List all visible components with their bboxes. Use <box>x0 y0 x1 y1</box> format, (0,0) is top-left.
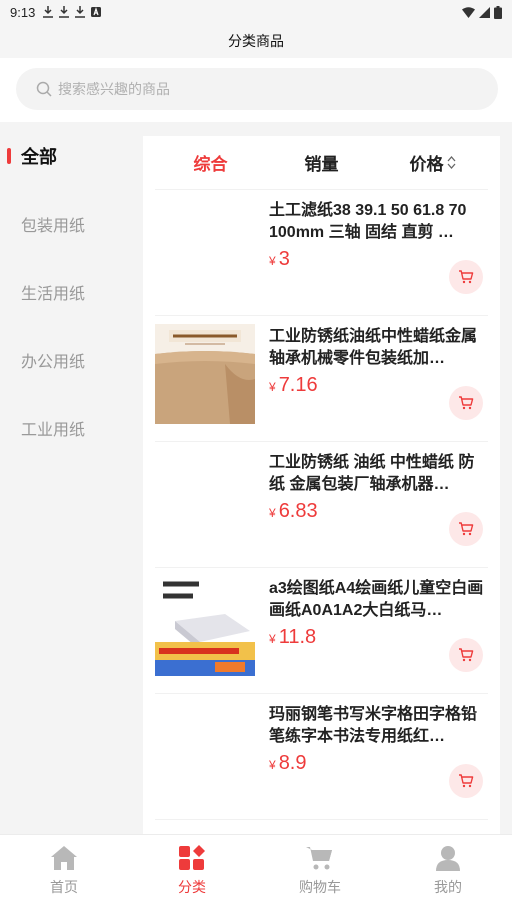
price-value: 6.83 <box>278 500 318 522</box>
sort-tab-price[interactable]: 价格 <box>377 150 488 175</box>
add-to-cart-button[interactable] <box>449 260 483 294</box>
cart-icon <box>459 270 474 284</box>
cart-icon <box>459 774 474 788</box>
list-item[interactable]: 玛丽钢笔书写米字格田字格铅笔练字本书法专用纸红… ¥ 8.9 <box>155 694 488 820</box>
product-image <box>155 198 255 298</box>
add-to-cart-button[interactable] <box>449 386 483 420</box>
product-title: 土工滤纸38 39.1 50 61.8 70 100mm 三轴 固结 直剪 … <box>269 202 467 241</box>
add-to-cart-button[interactable] <box>449 512 483 546</box>
currency-symbol: ¥ <box>269 758 276 772</box>
price-value: 3 <box>278 248 290 270</box>
sort-arrows-icon <box>447 156 455 169</box>
product-price: ¥ 8.9 <box>269 752 307 775</box>
nav-item-home[interactable]: 首页 <box>0 835 128 909</box>
price-value: 11.8 <box>278 626 317 648</box>
sort-tab-label: 价格 <box>409 155 444 174</box>
battery-icon <box>494 5 502 19</box>
status-bar: 9:13 <box>0 0 512 24</box>
currency-symbol: ¥ <box>269 506 276 520</box>
product-panel: 综合 销量 价格 土工滤纸38 39.1 50 61.8 70 100mm 三轴… <box>143 136 500 834</box>
page-title-bar: 分类商品 <box>0 24 512 58</box>
nav-item-category[interactable]: 分类 <box>128 835 256 909</box>
cart-icon <box>459 522 474 536</box>
cart-icon <box>459 648 474 662</box>
category-icon <box>179 845 205 870</box>
sidebar-item-office-paper[interactable]: 办公用纸 <box>0 326 129 394</box>
product-title: 工业防锈纸油纸中性蜡纸金属轴承机械零件包装纸加… <box>269 328 478 367</box>
product-price: ¥ 7.16 <box>269 374 318 397</box>
price-value: 7.16 <box>278 374 318 396</box>
sidebar-item-label: 包装用纸 <box>21 218 86 235</box>
notification-icons <box>43 6 102 18</box>
add-to-cart-button[interactable] <box>449 764 483 798</box>
product-image <box>155 576 255 676</box>
nav-label: 首页 <box>50 879 78 895</box>
search-input[interactable]: 搜索感兴趣的商品 <box>16 68 498 110</box>
currency-symbol: ¥ <box>269 632 276 646</box>
nav-label: 分类 <box>178 879 206 895</box>
sort-tab-sales[interactable]: 销量 <box>266 150 377 175</box>
search-icon <box>36 81 52 97</box>
sidebar-item-packaging-paper[interactable]: 包装用纸 <box>0 190 129 258</box>
kraft-paper-image <box>155 324 255 424</box>
product-price: ¥ 6.83 <box>269 500 318 523</box>
sidebar-item-label: 工业用纸 <box>21 422 86 439</box>
nav-item-cart[interactable]: 购物车 <box>256 835 384 909</box>
download-icon <box>59 6 70 18</box>
price-value: 8.9 <box>278 752 307 774</box>
list-item[interactable]: 工业防锈纸油纸中性蜡纸金属轴承机械零件包装纸加… ¥ 7.16 <box>155 316 488 442</box>
sidebar-item-label: 全部 <box>21 147 57 167</box>
product-image <box>155 324 255 424</box>
nav-label: 购物车 <box>299 879 341 895</box>
signal-icon <box>479 6 490 18</box>
sidebar-item-household-paper[interactable]: 生活用纸 <box>0 258 129 326</box>
nav-item-profile[interactable]: 我的 <box>384 835 512 909</box>
sort-tab-comprehensive[interactable]: 综合 <box>155 150 266 175</box>
product-price: ¥ 11.8 <box>269 626 316 649</box>
system-icons <box>462 5 502 19</box>
product-list: 土工滤纸38 39.1 50 61.8 70 100mm 三轴 固结 直剪 … … <box>143 190 500 820</box>
product-image <box>155 702 255 802</box>
cart-icon <box>459 396 474 410</box>
product-image <box>155 450 255 550</box>
currency-symbol: ¥ <box>269 254 276 268</box>
status-time: 9:13 <box>10 4 36 20</box>
sort-bar: 综合 销量 价格 <box>155 136 488 190</box>
search-placeholder: 搜索感兴趣的商品 <box>58 81 170 97</box>
active-indicator <box>7 148 11 164</box>
page-title: 分类商品 <box>228 33 284 49</box>
sort-tab-label: 销量 <box>304 155 339 174</box>
drawing-paper-image <box>155 576 255 676</box>
sidebar-item-industrial-paper[interactable]: 工业用纸 <box>0 394 129 462</box>
search-area: 搜索感兴趣的商品 <box>0 58 512 122</box>
product-title: a3绘图纸A4绘画纸儿童空白画画纸A0A1A2大白纸马… <box>269 580 484 619</box>
download-icon <box>43 6 54 18</box>
nav-label: 我的 <box>434 879 462 895</box>
product-title: 玛丽钢笔书写米字格田字格铅笔练字本书法专用纸红… <box>269 706 478 745</box>
sort-tab-label: 综合 <box>193 155 228 174</box>
bottom-nav: 首页 分类 购物车 我的 <box>0 834 512 909</box>
cart-icon <box>306 847 332 870</box>
list-item[interactable]: 工业防锈纸 油纸 中性蜡纸 防纸 金属包装厂轴承机器… ¥ 6.83 <box>155 442 488 568</box>
product-price: ¥ 3 <box>269 248 290 271</box>
add-to-cart-button[interactable] <box>449 638 483 672</box>
home-icon <box>51 846 77 870</box>
notification-a-icon <box>91 7 102 17</box>
sidebar-item-label: 生活用纸 <box>21 286 86 303</box>
sidebar-item-label: 办公用纸 <box>21 354 86 371</box>
currency-symbol: ¥ <box>269 380 276 394</box>
user-icon <box>436 846 460 871</box>
list-item[interactable]: 土工滤纸38 39.1 50 61.8 70 100mm 三轴 固结 直剪 … … <box>155 190 488 316</box>
download-icon <box>75 6 86 18</box>
list-item[interactable]: a3绘图纸A4绘画纸儿童空白画画纸A0A1A2大白纸马… ¥ 11.8 <box>155 568 488 694</box>
sidebar-item-all[interactable]: 全部 <box>0 122 129 190</box>
wifi-icon <box>462 6 475 18</box>
product-title: 工业防锈纸 油纸 中性蜡纸 防纸 金属包装厂轴承机器… <box>269 454 475 493</box>
category-sidebar: 全部 包装用纸 生活用纸 办公用纸 工业用纸 <box>0 122 129 834</box>
